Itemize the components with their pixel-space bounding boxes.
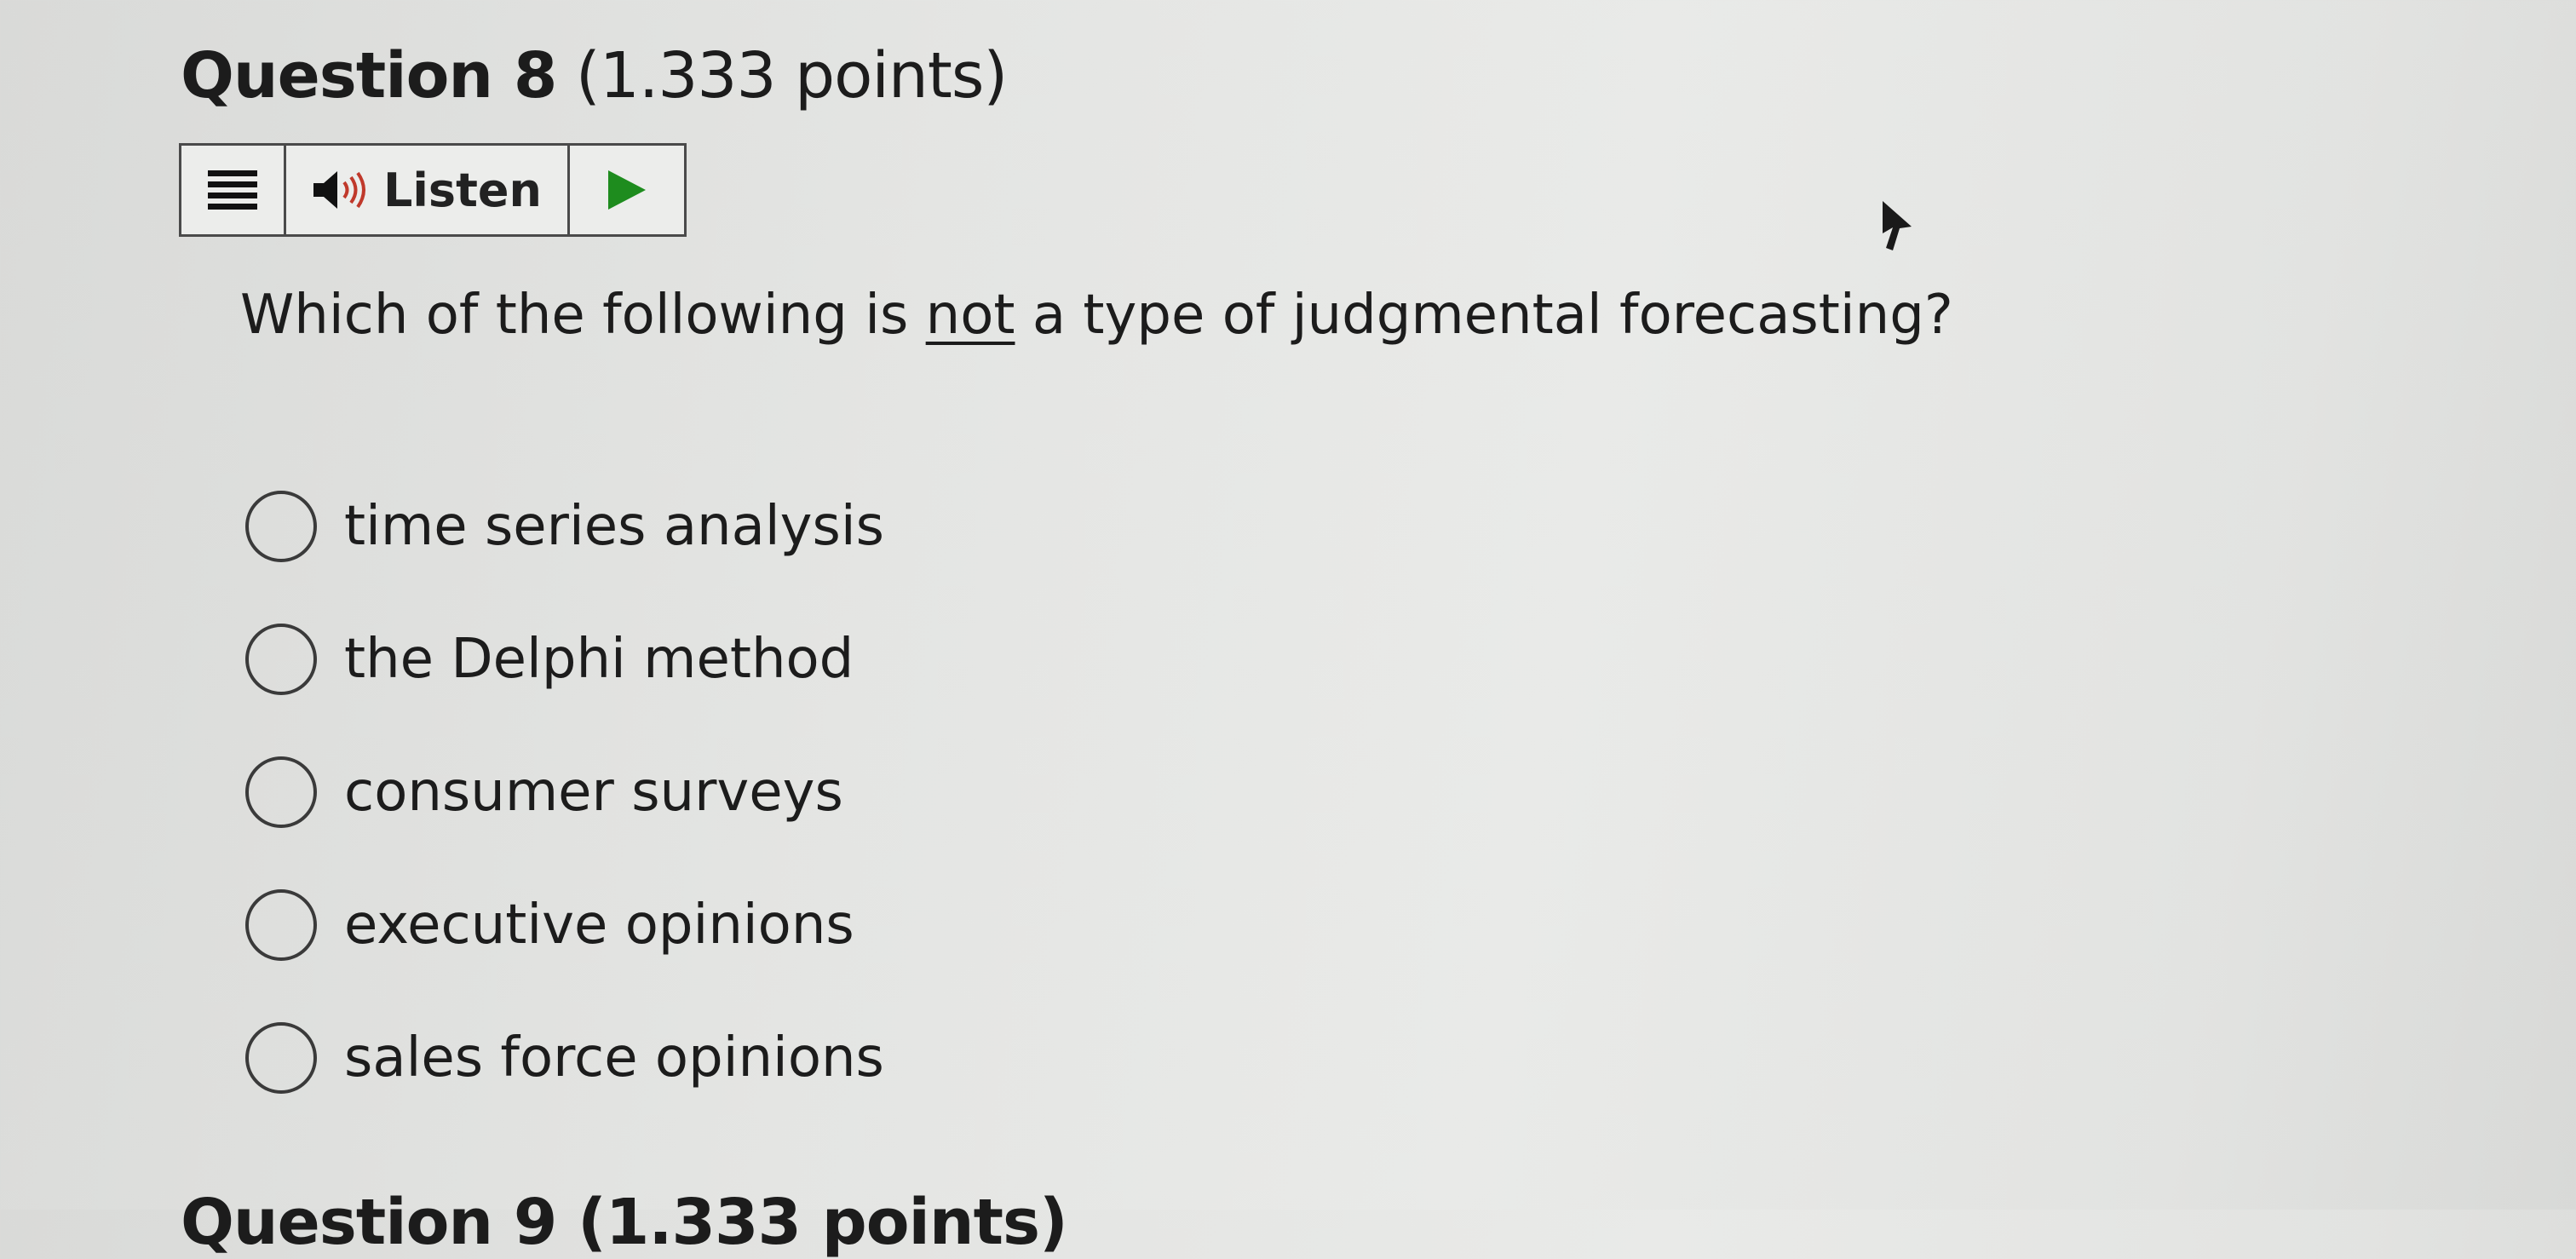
answer-option[interactable]: consumer surveys [245,726,884,859]
radio-button[interactable] [245,1022,317,1094]
answer-option-label: the Delphi method [344,628,854,691]
radio-button[interactable] [245,624,317,695]
answer-option-label: time series analysis [344,495,884,558]
radio-button[interactable] [245,491,317,562]
listen-button[interactable]: Listen [286,146,570,234]
play-button[interactable] [570,146,684,234]
radio-button[interactable] [245,756,317,828]
question-prompt: Which of the following is not a type of … [240,281,1953,349]
answer-option-label: consumer surveys [344,761,843,824]
mouse-cursor-icon [1883,201,1912,250]
answer-option[interactable]: executive opinions [245,859,884,992]
prompt-emphasis: not [925,284,1015,347]
play-icon [608,170,646,210]
answer-option[interactable]: time series analysis [245,460,884,593]
menu-icon [208,170,257,210]
answer-options: time series analysis the Delphi method c… [245,460,884,1124]
radio-button[interactable] [245,889,317,961]
question-title: Question 8 (1.333 points) [181,37,1008,114]
prompt-text-start: Which of the following is [240,284,926,347]
answer-option-label: executive opinions [344,894,854,957]
answer-option[interactable]: sales force opinions [245,992,884,1124]
question-number: Question 8 [181,39,557,112]
answer-option[interactable]: the Delphi method [245,593,884,726]
speaker-icon [313,171,366,209]
next-question-title: Question 9 (1.333 points) [181,1186,1068,1259]
listen-label: Listen [383,163,542,217]
question-points: (1.333 points) [575,39,1008,112]
listen-toolbar: Listen [179,143,687,237]
prompt-text-end: a type of judgmental forecasting? [1015,284,1953,347]
listen-menu-button[interactable] [181,146,286,234]
answer-option-label: sales force opinions [344,1026,884,1089]
